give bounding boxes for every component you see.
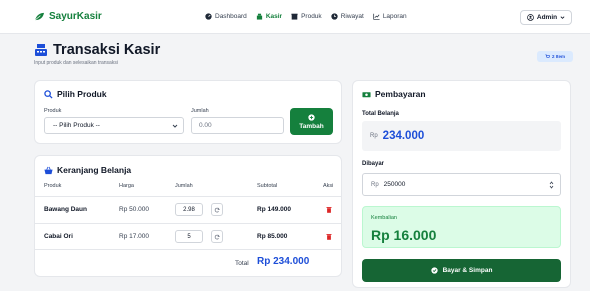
- tambah-label: Tambah: [299, 122, 324, 130]
- nav-riwayat-label: Riwayat: [340, 13, 364, 20]
- bayar-simpan-label: Bayar & Simpan: [442, 267, 493, 274]
- clock-icon: [331, 13, 338, 20]
- dibayar-input[interactable]: Rp 250000: [362, 173, 561, 196]
- pembayaran-label: Pembayaran: [375, 89, 426, 99]
- nav-riwayat[interactable]: Riwayat: [331, 13, 364, 20]
- total-label: Total: [235, 260, 249, 267]
- total-belanja-value: 234.000: [382, 130, 425, 142]
- refresh-icon: [214, 234, 220, 239]
- brand-label: SayurKasir: [49, 11, 102, 22]
- chart-icon: [373, 13, 380, 20]
- row2-jumlah-input[interactable]: 5: [175, 230, 203, 243]
- produk-select[interactable]: -- Pilih Produk --: [44, 117, 184, 134]
- total-belanja-box: Rp 234.000: [362, 121, 561, 151]
- pilih-produk-label: Pilih Produk: [57, 89, 107, 99]
- tambah-button[interactable]: Tambah: [290, 108, 333, 135]
- bayar-simpan-button[interactable]: Bayar & Simpan: [362, 259, 561, 282]
- search-icon: [44, 89, 53, 99]
- dibayar-label: Dibayar: [362, 161, 385, 167]
- pilih-produk-title: Pilih Produk: [44, 89, 107, 99]
- chevron-down-icon: [172, 124, 178, 128]
- item-count-label: 2 Item: [551, 54, 565, 59]
- produk-select-value: -- Pilih Produk --: [53, 122, 100, 129]
- jumlah-label: Jumlah: [191, 108, 209, 114]
- row2-produk: Cabai Ori: [44, 233, 73, 240]
- nav-laporan[interactable]: Laporan: [373, 13, 407, 20]
- main-menu: Dashboard Kasir Produk Riwayat Laporan: [205, 13, 407, 20]
- total-value: Rp 234.000: [257, 256, 310, 267]
- plus-circle-icon: [308, 113, 315, 121]
- rp-prefix: Rp: [370, 133, 378, 139]
- row2-update-button[interactable]: [211, 230, 223, 243]
- refresh-icon: [214, 207, 220, 212]
- dibayar-value: 250000: [383, 181, 406, 188]
- produk-label: Produk: [44, 108, 62, 114]
- row1-update-button[interactable]: [211, 203, 223, 216]
- row2-harga: Rp 17.000: [119, 233, 149, 240]
- row1-subtotal: Rp 149.000: [257, 206, 291, 213]
- nav-kasir-label: Kasir: [265, 13, 283, 20]
- page-header: Transaksi Kasir: [34, 42, 160, 58]
- row2-delete-icon[interactable]: [326, 233, 332, 240]
- row1-harga: Rp 50.000: [119, 206, 149, 213]
- spinner-arrows-icon[interactable]: [549, 180, 554, 190]
- check-circle-icon: [430, 267, 438, 274]
- col-produk: Produk: [44, 183, 62, 189]
- admin-label: Admin: [536, 14, 558, 21]
- total-belanja-label: Total Belanja: [362, 111, 399, 117]
- pembayaran-title: Pembayaran: [362, 89, 426, 99]
- row1-produk: Bawang Daun: [44, 206, 87, 213]
- row1-divider: [35, 223, 341, 224]
- jumlah-input[interactable]: 0.00: [191, 117, 284, 134]
- nav-produk-label: Produk: [301, 13, 322, 20]
- nav-dashboard-label: Dashboard: [215, 13, 247, 20]
- navbar: SayurKasir Dashboard Kasir Produk Riwaya…: [0, 0, 590, 34]
- rp-prefix: Rp: [371, 181, 379, 188]
- row2-subtotal: Rp 85.000: [257, 233, 288, 240]
- nav-dashboard[interactable]: Dashboard: [205, 13, 247, 20]
- keranjang-label: Keranjang Belanja: [57, 165, 132, 175]
- brand[interactable]: SayurKasir: [34, 11, 102, 22]
- page-subtitle: Input produk dan selesaikan transaksi: [34, 60, 118, 66]
- page-title: Transaksi Kasir: [53, 42, 161, 58]
- col-jumlah: Jumlah: [175, 183, 193, 189]
- header-divider: [35, 196, 341, 197]
- admin-menu-button[interactable]: Admin: [520, 10, 572, 25]
- row1-delete-icon[interactable]: [326, 206, 332, 213]
- cart-icon: [545, 54, 550, 58]
- jumlah-placeholder: 0.00: [199, 122, 212, 129]
- keranjang-title: Keranjang Belanja: [44, 165, 131, 175]
- col-harga: Harga: [119, 183, 134, 189]
- cashier-icon: [256, 13, 262, 20]
- kembalian-box: Kembalian Rp 16.000: [362, 206, 561, 248]
- dashboard-icon: [205, 13, 212, 20]
- user-circle-icon: [527, 14, 534, 21]
- basket-icon: [44, 166, 53, 174]
- leaf-icon: [34, 12, 44, 21]
- row1-jumlah-input[interactable]: 2.98: [175, 203, 203, 216]
- row2-divider: [35, 249, 341, 250]
- item-count-badge: 2 Item: [537, 51, 573, 62]
- nav-laporan-label: Laporan: [382, 13, 407, 20]
- box-icon: [291, 13, 298, 20]
- chevron-down-icon: [560, 16, 565, 19]
- nav-kasir[interactable]: Kasir: [256, 13, 282, 20]
- money-icon: [362, 91, 371, 97]
- col-aksi: Aksi: [323, 183, 334, 189]
- nav-produk[interactable]: Produk: [291, 13, 322, 20]
- kembalian-label: Kembalian: [371, 215, 397, 221]
- kembalian-value: Rp 16.000: [371, 227, 437, 243]
- col-subtotal: Subtotal: [257, 183, 278, 189]
- cash-register-icon: [35, 44, 47, 56]
